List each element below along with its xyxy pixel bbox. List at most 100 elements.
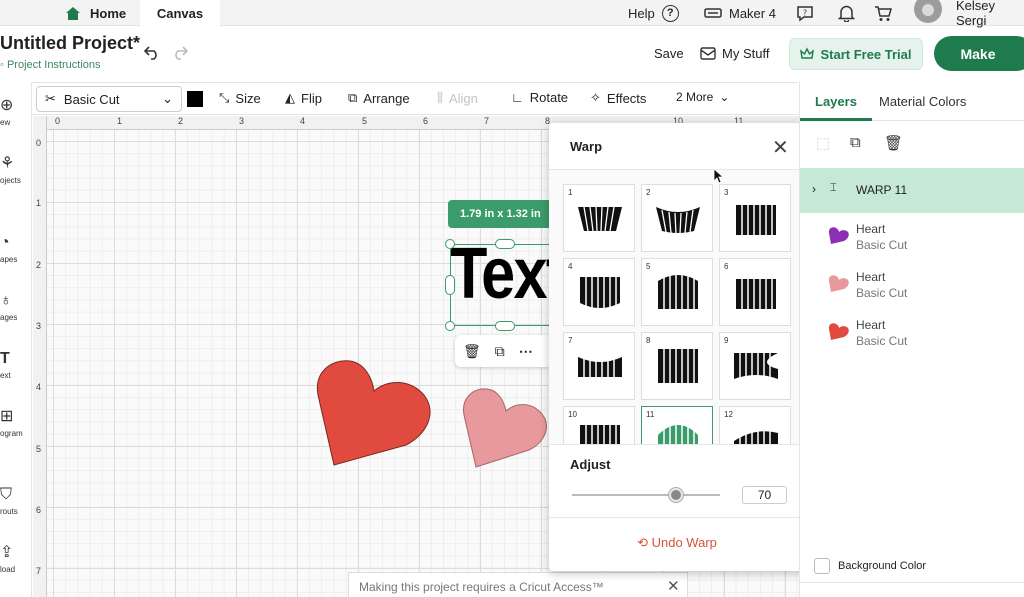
heart-pink[interactable] [462,385,550,470]
more-label: 2 More [676,90,714,104]
undo-button[interactable] [143,44,161,65]
arrange-icon: ⧉ [348,90,358,105]
redo-button[interactable] [171,44,189,65]
arrange-label: Arrange [363,90,410,106]
tab-material-colors[interactable]: Material Colors [879,94,966,109]
machine-icon [704,8,722,18]
tab-home[interactable]: Home [58,0,134,26]
layer-item[interactable]: Heart Basic Cut [800,216,1024,262]
upload-tool[interactable]: ⇪ load [0,545,32,575]
warp-arch-preview [580,277,620,310]
warp-arch-preview [736,279,776,309]
make-button[interactable]: Make [934,36,1024,71]
warp-style-tile[interactable]: 5 [641,258,713,326]
projects-icon: ⚘ [0,155,15,172]
selection-handle[interactable] [495,239,515,249]
warp-style-tile[interactable]: 6 [719,258,791,326]
layer-name: Heart [856,222,886,236]
trash-icon[interactable]: 🗑 [884,134,903,152]
rotate-button[interactable]: ∟ Rotate [511,90,568,105]
background-color-checkbox[interactable] [814,558,830,574]
warp-style-tile[interactable]: 8 [641,332,713,400]
user-name[interactable]: Kelsey Sergi [956,0,1024,28]
chevron-down-icon: ⌄ [719,90,730,104]
selection-handle[interactable] [445,321,455,331]
monogram-tool[interactable]: ⊞ ogram [0,409,32,439]
trash-icon[interactable]: 🗑 [463,343,481,360]
new-tool[interactable]: ⊕ ew [0,98,32,128]
effects-button[interactable]: ✧ Effects [590,90,646,106]
tab-canvas-label: Canvas [156,5,204,21]
layer-item[interactable]: Heart Basic Cut [800,312,1024,358]
align-button[interactable]: ⫼ Align [437,90,478,106]
chevron-down-icon: ⌄ [162,91,173,106]
flip-label: Flip [301,90,322,106]
undo-warp-label: Undo Warp [651,535,717,550]
warp-style-tile[interactable]: 1 [563,184,635,252]
ruler-tick: 3 [239,116,245,126]
ruler-vertical: 0 1 2 3 4 5 6 7 [33,116,47,597]
warp-style-tile[interactable]: 3 [719,184,791,252]
cutouts-tool[interactable]: ⛉ routs [0,487,32,517]
my-stuff-label: My Stuff [722,46,770,61]
arrange-button[interactable]: ⧉ Arrange [348,90,410,106]
machine-selector[interactable]: Maker 4 [704,0,776,26]
layer-group-warp[interactable]: › ⌶ WARP 11 [800,168,1024,213]
scissors-icon: ✂ [45,91,56,106]
my-stuff-button[interactable]: My Stuff [700,46,769,61]
adjust-slider-thumb[interactable] [668,488,683,502]
layer-item[interactable]: Heart Basic Cut [800,264,1024,310]
tab-canvas[interactable]: Canvas [140,0,220,26]
selection-handle[interactable] [445,275,455,295]
ruler-tick: 6 [423,116,429,126]
heart-red[interactable] [316,355,436,470]
close-icon[interactable]: ✕ [772,135,789,160]
more-options-icon[interactable]: ⋯ [519,343,533,360]
selection-handle[interactable] [445,239,455,249]
cart-button[interactable] [874,0,892,26]
color-swatch[interactable] [187,91,203,107]
start-free-trial-button[interactable]: Start Free Trial [789,38,923,70]
images-tool[interactable]: ♁ ages [0,293,32,323]
chat-button[interactable]: ? [796,0,814,26]
warp-style-tile[interactable]: 2 [641,184,713,252]
tab-layers[interactable]: Layers [815,94,857,109]
adjust-slider-track[interactable] [572,494,720,496]
undo-warp-button[interactable]: ⟲ Undo Warp [549,535,805,551]
close-icon[interactable]: ✕ [667,577,680,595]
active-tab-indicator [800,118,872,121]
warp-style-tile[interactable]: 12 [719,406,791,444]
warp-arch-preview [734,353,778,379]
warp-style-tile[interactable]: 9 [719,332,791,400]
edit-toolbar: ✂ Basic Cut ⌄ ⤡ Size ◭ Flip ⧉ Arrange ⫼ Alig… [0,82,798,115]
background-color-toggle[interactable]: Background Color [814,558,926,574]
page-title[interactable]: Untitled Project* [0,33,140,54]
project-instructions-link[interactable]: ◦ Project Instructions [0,59,101,71]
background-color-label: Background Color [838,560,927,572]
group-icon[interactable]: ⬚ [816,134,830,152]
rotate-icon: ∟ [511,90,524,105]
warp-style-tile-selected[interactable]: 11 [641,406,713,444]
save-button[interactable]: Save [654,46,684,61]
text-tool[interactable]: Text [0,351,32,381]
operation-select[interactable]: ✂ Basic Cut ⌄ [36,86,182,112]
selection-handle[interactable] [495,321,515,331]
notifications-button[interactable] [838,0,855,26]
ruler-tick: 0 [36,138,42,148]
avatar[interactable] [914,0,942,23]
warp-style-tile[interactable]: 4 [563,258,635,326]
selection-box[interactable] [450,244,560,326]
size-button[interactable]: ⤡ Size [219,90,261,106]
help-button[interactable]: Help ? [628,0,679,26]
size-label: Size [235,90,261,106]
warp-style-tile[interactable]: 7 [563,332,635,400]
warp-style-tile[interactable]: 10 [563,406,635,444]
shapes-tool[interactable]: ◔ apes [0,235,32,265]
more-button[interactable]: 2 More ⌄ [676,90,729,104]
duplicate-icon[interactable]: ⧉ [850,134,861,151]
chevron-right-icon[interactable]: › [812,182,816,196]
adjust-value-input[interactable]: 70 [742,486,787,504]
projects-tool[interactable]: ⚘ ojects [0,155,32,186]
duplicate-icon[interactable]: ⧉ [495,343,505,360]
flip-button[interactable]: ◭ Flip [285,90,322,106]
